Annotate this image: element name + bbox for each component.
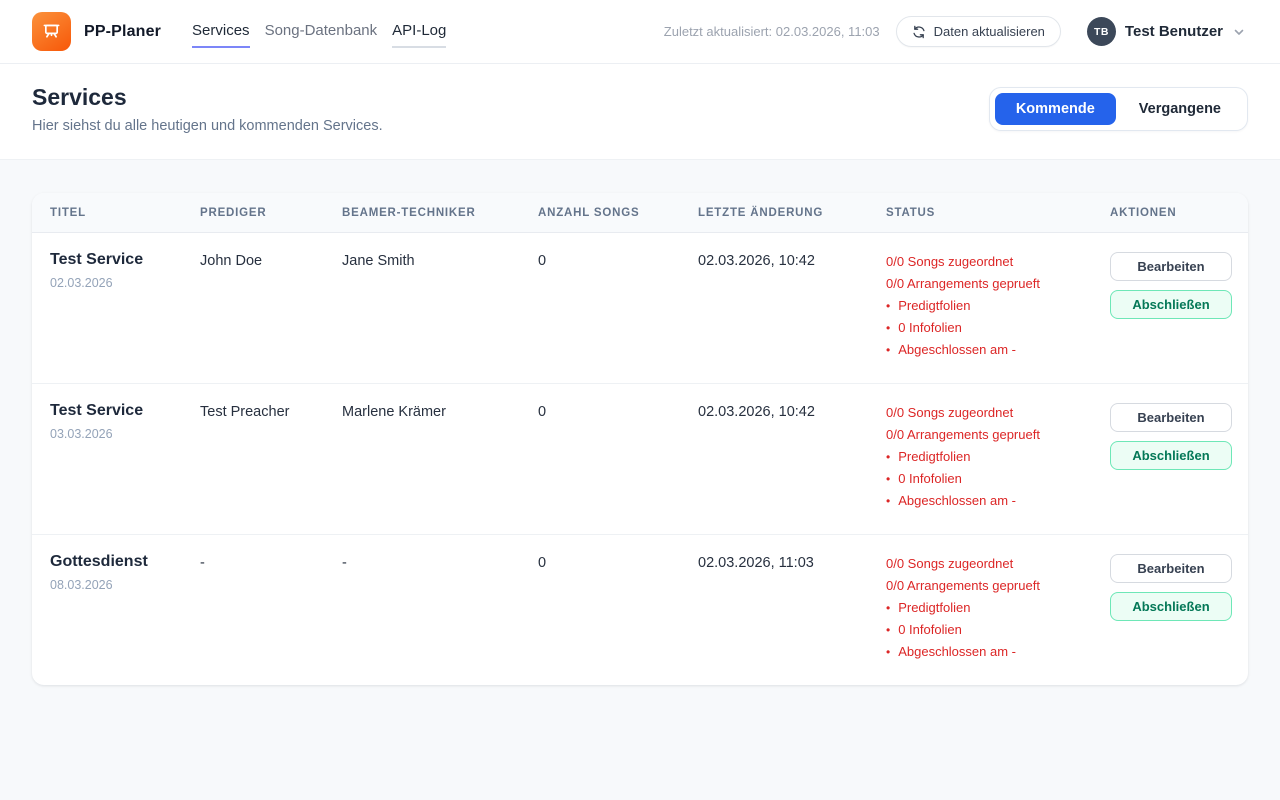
table-header-row: Titel Prediger Beamer-Techniker Anzahl S… [32, 193, 1248, 233]
column-header-prediger: Prediger [200, 207, 342, 219]
song-count-cell: 0 [538, 552, 698, 663]
table-row: Gottesdienst 08.03.2026 - - 0 02.03.2026… [32, 534, 1248, 685]
actions-cell: Bearbeiten Abschließen [1110, 552, 1232, 663]
last-change-cell: 02.03.2026, 10:42 [698, 250, 886, 361]
service-title: Gottesdienst [50, 552, 200, 572]
status-cell: 0/0 Songs zugeordnet 0/0 Arrangements ge… [886, 552, 1110, 663]
column-header-beamer-techniker: Beamer-Techniker [342, 207, 538, 219]
edit-button[interactable]: Bearbeiten [1110, 403, 1232, 432]
page-header: Services Hier siehst du alle heutigen un… [0, 64, 1280, 160]
service-title: Test Service [50, 250, 200, 270]
preacher-cell: - [200, 552, 342, 663]
last-change-cell: 02.03.2026, 11:03 [698, 552, 886, 663]
nav-item-services[interactable]: Services [192, 22, 250, 48]
filter-kommende-button[interactable]: Kommende [995, 93, 1116, 125]
service-title: Test Service [50, 401, 200, 421]
actions-cell: Bearbeiten Abschließen [1110, 401, 1232, 512]
page-header-text: Services Hier siehst du alle heutigen un… [32, 84, 383, 134]
complete-button[interactable]: Abschließen [1110, 592, 1232, 621]
status-line: Predigtfolien [886, 597, 1098, 619]
status-line: 0/0 Arrangements geprueft [886, 273, 1098, 295]
edit-button[interactable]: Bearbeiten [1110, 252, 1232, 281]
status-line: 0/0 Arrangements geprueft [886, 575, 1098, 597]
preacher-cell: Test Preacher [200, 401, 342, 512]
app-logo [32, 12, 71, 51]
chevron-down-icon [1232, 25, 1246, 39]
complete-button[interactable]: Abschließen [1110, 441, 1232, 470]
status-line: 0/0 Songs zugeordnet [886, 402, 1098, 424]
table-row: Test Service 02.03.2026 John Doe Jane Sm… [32, 233, 1248, 383]
edit-button[interactable]: Bearbeiten [1110, 554, 1232, 583]
services-table-card: Titel Prediger Beamer-Techniker Anzahl S… [32, 193, 1248, 685]
last-updated-text: Zuletzt aktualisiert: 02.03.2026, 11:03 [664, 24, 880, 39]
refresh-icon [912, 25, 926, 39]
complete-button[interactable]: Abschließen [1110, 290, 1232, 319]
last-change-cell: 02.03.2026, 10:42 [698, 401, 886, 512]
topbar: PP-Planer Services Song-Datenbank API-Lo… [0, 0, 1280, 64]
column-header-titel: Titel [50, 207, 200, 219]
user-name: Test Benutzer [1125, 23, 1223, 40]
service-filter-toggle: Kommende Vergangene [989, 87, 1248, 131]
service-date: 02.03.2026 [50, 276, 200, 290]
song-count-cell: 0 [538, 250, 698, 361]
nav-item-song-datenbank[interactable]: Song-Datenbank [265, 22, 378, 48]
status-line: 0/0 Arrangements geprueft [886, 424, 1098, 446]
column-header-anzahl-songs: Anzahl Songs [538, 207, 698, 219]
service-title-cell: Test Service 03.03.2026 [50, 401, 200, 512]
actions-cell: Bearbeiten Abschließen [1110, 250, 1232, 361]
brand: PP-Planer [32, 12, 161, 51]
service-title-cell: Gottesdienst 08.03.2026 [50, 552, 200, 663]
main-nav: Services Song-Datenbank API-Log [192, 15, 446, 48]
column-header-letzte-aenderung: Letzte Änderung [698, 207, 886, 219]
nav-item-api-log[interactable]: API-Log [392, 22, 446, 48]
service-title-cell: Test Service 02.03.2026 [50, 250, 200, 361]
beamer-cell: Jane Smith [342, 250, 538, 361]
song-count-cell: 0 [538, 401, 698, 512]
app-title: PP-Planer [84, 23, 161, 41]
table-row: Test Service 03.03.2026 Test Preacher Ma… [32, 383, 1248, 534]
status-line: 0 Infofolien [886, 468, 1098, 490]
filter-vergangene-button[interactable]: Vergangene [1118, 93, 1242, 125]
service-date: 08.03.2026 [50, 578, 200, 592]
status-line: Abgeschlossen am - [886, 641, 1098, 663]
status-line: 0/0 Songs zugeordnet [886, 553, 1098, 575]
status-line: 0 Infofolien [886, 317, 1098, 339]
status-cell: 0/0 Songs zugeordnet 0/0 Arrangements ge… [886, 401, 1110, 512]
refresh-data-button[interactable]: Daten aktualisieren [896, 16, 1061, 47]
status-line: Predigtfolien [886, 446, 1098, 468]
status-line: Predigtfolien [886, 295, 1098, 317]
page-title: Services [32, 84, 383, 111]
status-line: 0 Infofolien [886, 619, 1098, 641]
beamer-cell: - [342, 552, 538, 663]
status-line: 0/0 Songs zugeordnet [886, 251, 1098, 273]
beamer-cell: Marlene Krämer [342, 401, 538, 512]
status-cell: 0/0 Songs zugeordnet 0/0 Arrangements ge… [886, 250, 1110, 361]
main-content: Titel Prediger Beamer-Techniker Anzahl S… [0, 193, 1280, 685]
user-menu[interactable]: TB Test Benutzer [1087, 17, 1246, 46]
topbar-right: Zuletzt aktualisiert: 02.03.2026, 11:03 … [664, 16, 1246, 47]
preacher-cell: John Doe [200, 250, 342, 361]
column-header-status: Status [886, 207, 1110, 219]
page-subtitle: Hier siehst du alle heutigen und kommend… [32, 118, 383, 134]
presentation-screen-icon [41, 21, 62, 42]
avatar: TB [1087, 17, 1116, 46]
status-line: Abgeschlossen am - [886, 490, 1098, 512]
refresh-button-label: Daten aktualisieren [934, 24, 1045, 39]
status-line: Abgeschlossen am - [886, 339, 1098, 361]
service-date: 03.03.2026 [50, 427, 200, 441]
column-header-aktionen: Aktionen [1110, 207, 1230, 219]
